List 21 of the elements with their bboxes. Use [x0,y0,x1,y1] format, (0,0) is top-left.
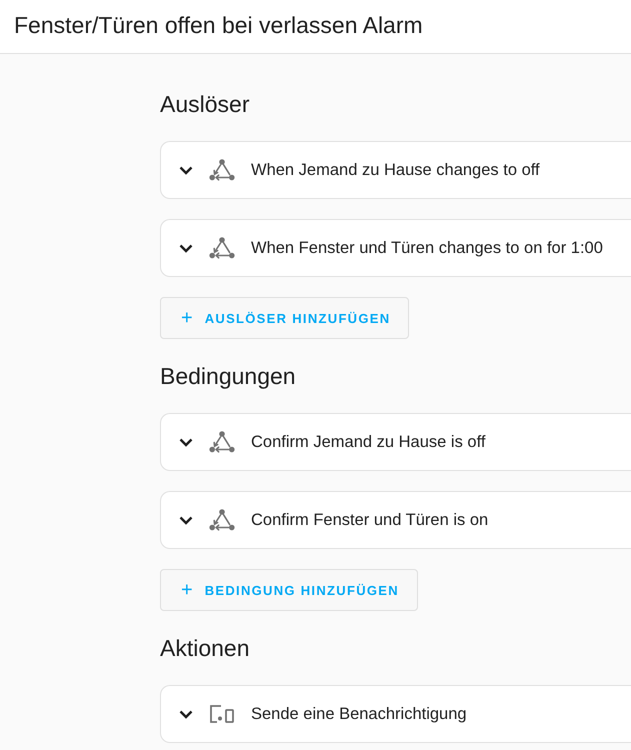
graph-nodes-icon [209,237,235,259]
expansion-panel[interactable]: Confirm Fenster und Türen is on [160,491,631,549]
panel-title: Sende eine Benachrichtigung [251,704,467,724]
plus-icon: + [181,580,193,600]
plus-icon: + [181,308,193,328]
graph-nodes-icon [209,159,235,181]
devices-icon [209,704,235,724]
graph-nodes-icon [209,431,235,453]
panel-title: Confirm Fenster und Türen is on [251,510,488,530]
expansion-panel[interactable]: When Jemand zu Hause changes to off [160,141,631,199]
graph-nodes-icon [209,509,235,531]
panel-title: When Jemand zu Hause changes to off [251,160,540,180]
section-heading: Bedingungen [160,363,296,389]
panel-title: Confirm Jemand zu Hause is off [251,432,486,452]
section-heading: Auslöser [160,91,250,117]
section-heading: Aktionen [160,635,250,661]
panel-title: When Fenster und Türen changes to on for 1:00 [251,238,603,258]
expansion-panel[interactable]: When Fenster und Türen changes to on for 1:00 [160,219,631,277]
page-title: Fenster/Türen offen bei verlassen Alarm [14,12,423,40]
expansion-panel[interactable]: Confirm Jemand zu Hause is off [160,413,631,471]
expansion-panel[interactable]: Sende eine Benachrichtigung [160,685,631,743]
